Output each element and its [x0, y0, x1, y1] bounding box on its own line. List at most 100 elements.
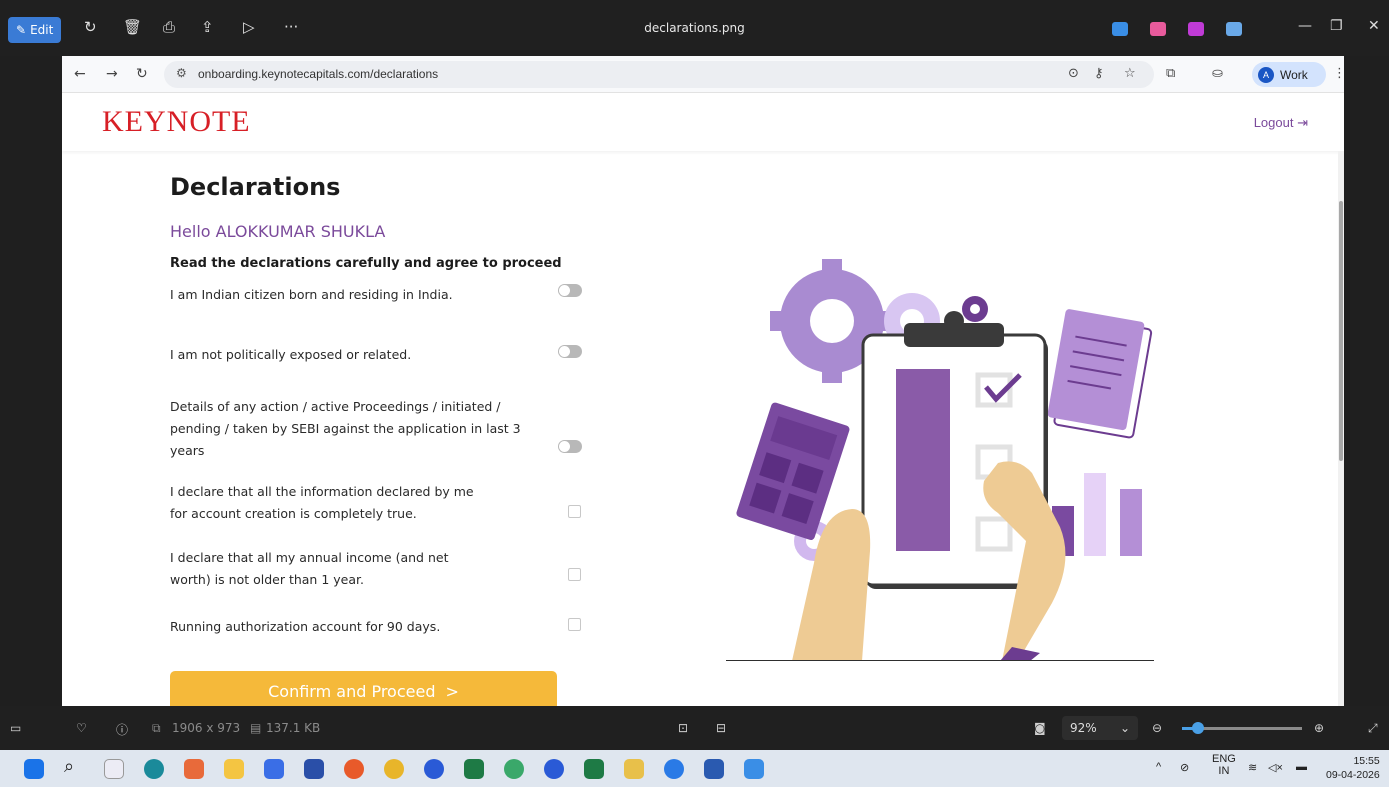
chevron-up-icon[interactable]: ^	[1156, 761, 1161, 773]
windows-start-icon[interactable]	[24, 759, 44, 779]
file-title: declarations.png	[644, 21, 745, 35]
declaration-text: Details of any action / active Proceedin…	[170, 399, 521, 458]
profile-label: Work	[1280, 67, 1308, 82]
site-settings-icon[interactable]: ⚙	[176, 66, 187, 80]
filmstrip-icon[interactable]: ▭	[10, 721, 21, 735]
fullscreen-icon[interactable]: ⤢	[1368, 721, 1378, 736]
photos-app-icon[interactable]	[1112, 22, 1128, 36]
greeting: Hello ALOKKUMAR SHUKLA	[170, 222, 386, 241]
clock-time: 15:55	[1353, 755, 1380, 767]
chevron-right-icon: >	[445, 681, 459, 701]
address-bar: ← → ↻ ⚙ onboarding.keynotecapitals.com/d…	[62, 56, 1344, 93]
viewer-bottom-bar: ▭ ♡ ⓘ ⧉ 1906 x 973 ▤ 137.1 KB ⊡ ⊟ ◙ 92% …	[0, 706, 1389, 750]
url-field[interactable]: ⚙ onboarding.keynotecapitals.com/declara…	[164, 61, 1154, 88]
declarations-page: Declarations Hello ALOKKUMAR SHUKLA Read…	[62, 151, 1344, 706]
volume-muted-icon[interactable]: ◁×	[1268, 761, 1283, 774]
visual-search-icon[interactable]: ⊡	[678, 721, 688, 735]
key-icon[interactable]: ⚷	[1094, 66, 1104, 81]
excel-icon[interactable]	[584, 759, 604, 779]
clock-date: 09-04-2026	[1326, 769, 1380, 781]
favorite-heart-icon[interactable]: ♡	[76, 721, 87, 735]
confirm-label: Confirm and Proceed	[268, 681, 436, 701]
edge-icon[interactable]	[144, 759, 164, 779]
logout-link[interactable]: Logout ⇥	[1254, 115, 1308, 131]
info-icon[interactable]: ⓘ	[116, 721, 128, 738]
firefox-icon[interactable]	[344, 759, 364, 779]
maximize-icon[interactable]: ❐	[1330, 18, 1343, 34]
app-icon[interactable]	[624, 759, 644, 779]
keynote-logo[interactable]: KEYNOTE	[102, 105, 251, 139]
file-size-icon: ▤	[250, 721, 262, 735]
page-title: Declarations	[170, 173, 341, 201]
forward-icon[interactable]: →	[106, 66, 118, 82]
declaration-checkbox-authorization[interactable]	[568, 618, 581, 631]
url-text: onboarding.keynotecapitals.com/declarati…	[198, 67, 439, 81]
zoom-slider[interactable]	[1182, 722, 1302, 734]
declaration-toggle-pep[interactable]	[558, 345, 582, 358]
bar-chart-icon	[1052, 473, 1142, 556]
onedrive-off-icon[interactable]	[1226, 22, 1242, 36]
document-icon	[1047, 309, 1153, 439]
site-header: KEYNOTE Logout ⇥	[62, 93, 1344, 151]
profile-button[interactable]: A Work	[1252, 62, 1326, 87]
photos-icon[interactable]	[744, 759, 764, 779]
declaration-text: Running authorization account for 90 day…	[170, 619, 441, 634]
bing-icon[interactable]	[104, 759, 124, 779]
wifi-icon[interactable]: ≋	[1248, 761, 1257, 774]
file-size: 137.1 KB	[266, 721, 321, 735]
back-icon[interactable]: ←	[74, 66, 86, 82]
zoom-slider-knob[interactable]	[1191, 722, 1204, 734]
confirm-and-proceed-button[interactable]: Confirm and Proceed >	[170, 671, 557, 706]
app-icon[interactable]	[664, 759, 684, 779]
chrome-icon[interactable]	[384, 759, 404, 779]
viewer-titlebar: ✎ Edit ↻ 🗑 ⎙ ⇪ ▷ ··· declarations.png — …	[0, 0, 1389, 56]
declaration-toggle-sebi[interactable]	[558, 440, 582, 453]
app-icon[interactable]	[504, 759, 524, 779]
menu-kebab-icon[interactable]: ⋮	[1333, 66, 1344, 81]
close-icon[interactable]: ✕	[1368, 18, 1380, 34]
file-explorer-icon[interactable]	[224, 759, 244, 779]
chevron-down-icon: ⌄	[1119, 721, 1130, 735]
minimize-icon[interactable]: —	[1298, 18, 1312, 34]
declaration-checkbox-income[interactable]	[568, 568, 581, 581]
store-icon[interactable]	[304, 759, 324, 779]
declaration-checkbox-info-true[interactable]	[568, 505, 581, 518]
excel-icon[interactable]	[464, 759, 484, 779]
language-indicator[interactable]: ENG IN	[1212, 753, 1236, 777]
actual-size-icon[interactable]: ◙	[1034, 721, 1046, 735]
bookmark-star-icon[interactable]: ☆	[1124, 66, 1136, 81]
text-scan-icon[interactable]: ⊟	[716, 721, 726, 735]
clipchamp-app-icon[interactable]	[1188, 22, 1204, 36]
clipboard-icon	[861, 311, 1048, 589]
declaration-text: I am Indian citizen born and residing in…	[170, 287, 453, 302]
page-scrollbar[interactable]	[1338, 151, 1344, 706]
notifications-off-icon[interactable]: ⊘	[1180, 761, 1189, 774]
zoom-out-icon[interactable]: ⊖	[1152, 721, 1162, 735]
image-dimensions: 1906 x 973	[172, 721, 241, 735]
word-icon[interactable]	[704, 759, 724, 779]
battery-icon[interactable]: ▬	[1296, 761, 1307, 773]
app-icon[interactable]	[264, 759, 284, 779]
logout-label: Logout	[1253, 115, 1294, 130]
scroll-thumb[interactable]	[1339, 201, 1343, 461]
chrome-profile-icon[interactable]	[424, 759, 444, 779]
language-top: ENG	[1212, 753, 1236, 765]
copilot-icon[interactable]	[184, 759, 204, 779]
declaration-toggle-citizenship[interactable]	[558, 284, 582, 297]
instruction-text: Read the declarations carefully and agre…	[170, 256, 562, 271]
reload-icon[interactable]: ↻	[136, 66, 148, 82]
search-icon[interactable]: ⌕	[64, 756, 84, 777]
designer-app-icon[interactable]	[1150, 22, 1166, 36]
system-clock[interactable]: 15:55 09-04-2026	[1326, 754, 1380, 782]
app-icon[interactable]	[544, 759, 564, 779]
language-bottom: IN	[1218, 765, 1230, 777]
windows-taskbar: ⌕ ^ ⊘ ENG IN ≋ ◁× ▬ 15:55 09-04-2026	[0, 750, 1389, 787]
zoom-in-icon[interactable]: ⊕	[1314, 721, 1324, 735]
zoom-dropdown[interactable]: 92% ⌄	[1062, 716, 1138, 740]
dimensions-icon: ⧉	[152, 721, 161, 735]
gear-icon	[962, 296, 988, 322]
avatar: A	[1258, 66, 1274, 83]
incognito-icon[interactable]: ⛀	[1212, 66, 1223, 81]
location-icon[interactable]: ⊙	[1068, 66, 1079, 81]
extensions-icon[interactable]: ⧉	[1166, 66, 1175, 81]
